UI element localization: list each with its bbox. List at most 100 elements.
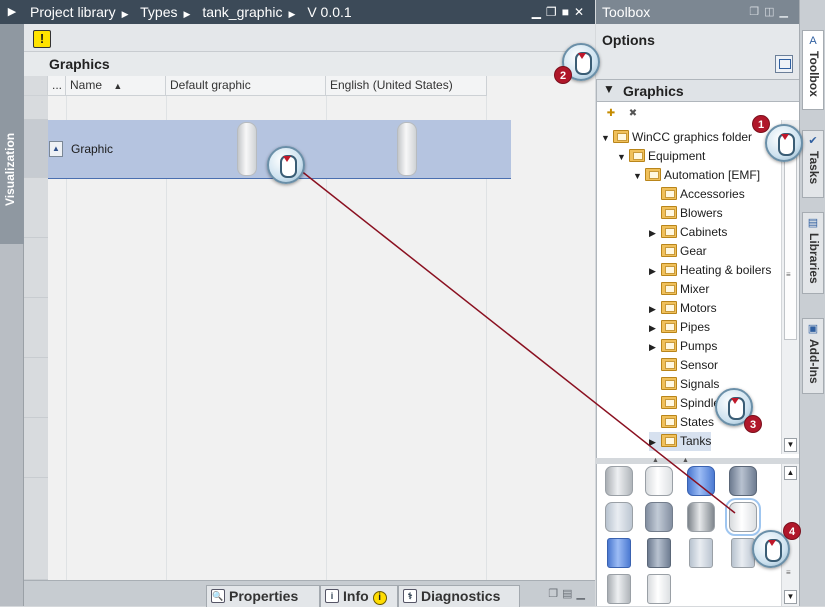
chevron-down-icon[interactable]: ▼	[603, 82, 615, 96]
mouse-click-icon	[765, 124, 803, 162]
column-header-name[interactable]: Name ▲	[66, 76, 166, 96]
tree-item-label: Automation [EMF]	[664, 168, 761, 182]
window-controls[interactable]: ▁❐■✕	[532, 0, 589, 24]
tab-properties-label: Properties	[229, 588, 299, 604]
tab-tasks-label: Tasks	[807, 151, 821, 185]
tab-diagnostics[interactable]: ⚕ Diagnostics	[398, 585, 520, 607]
tree-expander-icon[interactable]: ▶	[649, 262, 661, 281]
row-header	[24, 358, 48, 418]
step-badge-1: 1	[752, 115, 770, 133]
tree-expander-icon[interactable]: ▼	[601, 129, 613, 148]
tree-item-pipes[interactable]: ▶ Pipes	[649, 318, 710, 337]
tab-libraries[interactable]: ▤ Libraries	[802, 212, 824, 294]
tree-item-label: Sensor	[680, 358, 719, 372]
tree-item-label: Blowers	[680, 206, 723, 220]
view-toggle-button[interactable]	[775, 55, 793, 73]
visualization-tab[interactable]: Visualization	[0, 24, 24, 244]
tree-item-signals[interactable]: Signals	[649, 375, 719, 394]
scrollbar-grip-icon: ≡	[786, 270, 791, 279]
tree-item-automation[interactable]: ▼ Automation [EMF]	[633, 166, 760, 185]
tree-item-tanks[interactable]: ▶ Tanks	[649, 432, 712, 452]
tree-expander-icon[interactable]: ▼	[633, 167, 645, 186]
tree-item-accessories[interactable]: Accessories	[649, 185, 745, 204]
tree-expander-icon[interactable]: ▶	[649, 433, 661, 452]
folder-icon	[661, 415, 677, 428]
scrollbar-thumb[interactable]	[784, 140, 797, 340]
tree-item-blowers[interactable]: Blowers	[649, 204, 723, 223]
tab-add-ins[interactable]: ▣ Add-Ins	[802, 318, 824, 394]
tree-item-wincc-graphics-folder[interactable]: ▼ WinCC graphics folder	[601, 128, 752, 147]
gallery-tank-icon[interactable]	[687, 502, 715, 532]
gallery-tank-icon[interactable]	[687, 466, 715, 496]
tree-item-gear[interactable]: Gear	[649, 242, 707, 261]
section-title: Graphics	[49, 56, 110, 72]
english-graphic-tank-preview[interactable]	[397, 122, 417, 176]
tree-expander-icon[interactable]: ▶	[649, 338, 661, 357]
tree-item-label: Gear	[680, 244, 707, 258]
default-graphic-tank-preview[interactable]	[237, 122, 257, 176]
gallery-cylinder-icon[interactable]	[647, 574, 671, 604]
breadcrumb-tank-graphic[interactable]: tank_graphic	[202, 4, 282, 20]
gallery-tank-icon[interactable]	[605, 466, 633, 496]
scroll-up-icon[interactable]: ▲	[784, 466, 797, 480]
sort-ascending-icon: ▲	[113, 81, 123, 91]
gallery-cylinder-icon[interactable]	[607, 538, 631, 568]
tree-item-cabinets[interactable]: ▶ Cabinets	[649, 223, 727, 242]
tab-toolbox[interactable]: A Toolbox	[802, 30, 824, 110]
row-name-cell[interactable]: Graphic	[71, 142, 113, 156]
options-panel: Options	[596, 24, 799, 80]
row-header	[24, 478, 48, 580]
breadcrumb-types[interactable]: Types	[140, 4, 177, 20]
gallery-cylinder-icon[interactable]	[647, 538, 671, 568]
graphics-pane-header[interactable]: ▼ Graphics	[597, 80, 800, 102]
column-header-more[interactable]: ...	[48, 76, 66, 96]
scroll-down-icon[interactable]: ▼	[784, 438, 797, 452]
gallery-cylinder-icon[interactable]	[731, 538, 755, 568]
gallery-tank-icon[interactable]	[645, 466, 673, 496]
tab-info[interactable]: i Info i	[320, 585, 398, 607]
tree-item-mixer[interactable]: Mixer	[649, 280, 709, 299]
tree-item-states[interactable]: States	[649, 413, 714, 432]
visualization-strip: ▶ Visualization	[0, 0, 24, 606]
folder-icon	[613, 130, 629, 143]
remove-folder-icon[interactable]: ✖	[625, 106, 641, 122]
breadcrumb-version[interactable]: V 0.0.1	[307, 4, 351, 20]
gallery-tank-icon[interactable]	[605, 502, 633, 532]
scroll-down-icon[interactable]: ▼	[784, 590, 797, 604]
tree-item-pumps[interactable]: ▶ Pumps	[649, 337, 717, 356]
gallery-cylinder-icon[interactable]	[689, 538, 713, 568]
splitter-up-icon[interactable]: ▲	[652, 457, 659, 464]
tree-scrollbar[interactable]: ≡ ▼	[781, 120, 799, 454]
inspector-window-controls[interactable]: ❐▤▁	[548, 587, 589, 600]
tree-item-heating-boilers[interactable]: ▶ Heating & boilers	[649, 261, 771, 280]
tree-expander-icon[interactable]: ▶	[649, 300, 661, 319]
tree-item-label: Mixer	[680, 282, 710, 296]
tree-expander-icon[interactable]: ▶	[649, 224, 661, 243]
gallery-tank-icon[interactable]	[645, 502, 673, 532]
mouse-drop-icon	[267, 146, 305, 184]
tree-item-sensor[interactable]: Sensor	[649, 356, 718, 375]
row-header	[24, 238, 48, 298]
splitter-down-icon[interactable]: ▲	[682, 457, 689, 464]
breadcrumb-project-library[interactable]: Project library	[30, 4, 116, 20]
add-folder-icon[interactable]: ✚	[603, 106, 619, 122]
tree-expander-icon[interactable]: ▼	[617, 148, 629, 167]
gallery-tank-icon-selected[interactable]	[725, 498, 761, 536]
tab-tasks[interactable]: ✔ Tasks	[802, 130, 824, 198]
tab-properties[interactable]: 🔍 Properties	[206, 585, 320, 607]
tree-item-equipment[interactable]: ▼ Equipment	[617, 147, 705, 166]
column-header-english[interactable]: English (United States)	[326, 76, 487, 96]
row-header-corner	[24, 76, 48, 96]
column-header-default-graphic[interactable]: Default graphic	[166, 76, 326, 96]
folder-icon	[661, 263, 677, 276]
row-header-selected[interactable]	[24, 120, 48, 178]
gallery-cylinder-icon[interactable]	[607, 574, 631, 604]
expand-arrow-icon[interactable]: ▶	[0, 0, 24, 24]
tree-expander-icon[interactable]: ▶	[649, 319, 661, 338]
inspector-tab-bar: 🔍 Properties i Info i ⚕ Diagnostics ❐▤▁	[24, 580, 595, 607]
warning-icon[interactable]: !	[33, 30, 51, 48]
step-badge-4: 4	[783, 522, 801, 540]
tree-item-motors[interactable]: ▶ Motors	[649, 299, 717, 318]
toolbox-window-controls[interactable]: ❐◫▁	[749, 0, 793, 24]
gallery-tank-icon[interactable]	[729, 466, 757, 496]
